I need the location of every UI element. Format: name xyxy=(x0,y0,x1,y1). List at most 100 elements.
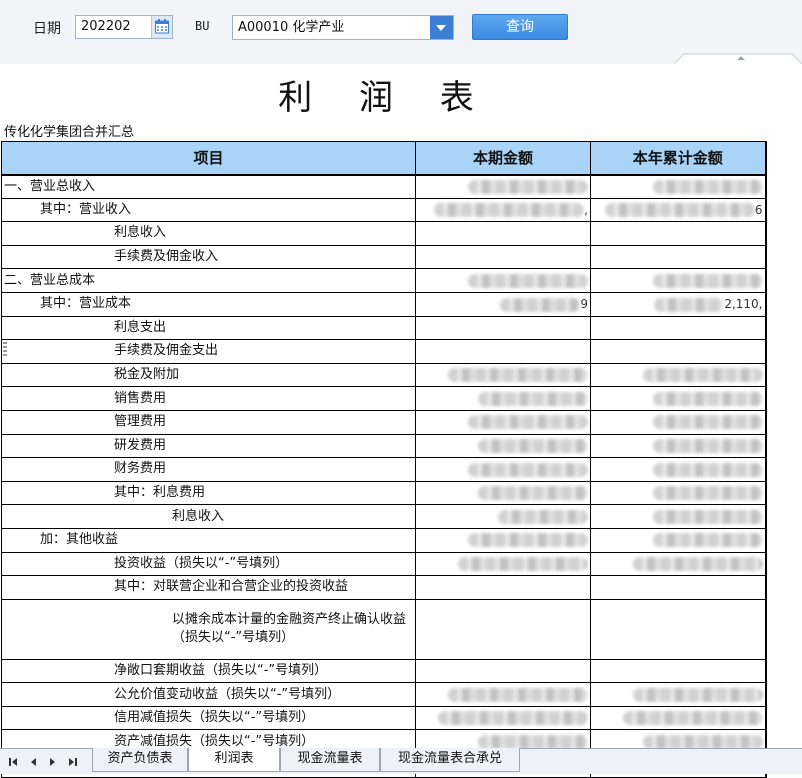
bu-select[interactable]: A00010 化学产业 xyxy=(232,15,454,40)
current-amount-cell[interactable] xyxy=(415,409,591,435)
ytd-amount-cell[interactable] xyxy=(590,527,767,553)
prev-sheet-icon[interactable] xyxy=(26,755,40,769)
table-row: 加：其他收益 xyxy=(1,527,767,553)
tab-balance-sheet[interactable]: 资产负债表 xyxy=(92,748,188,772)
table-row: 其中：利息费用 xyxy=(1,480,767,506)
ytd-amount-cell[interactable] xyxy=(590,682,767,707)
row-item-label: 手续费及佣金收入 xyxy=(1,244,416,270)
current-amount-cell[interactable] xyxy=(415,362,591,388)
table-row: 税金及附加 xyxy=(1,362,767,388)
current-amount-cell[interactable] xyxy=(415,339,591,364)
redacted-value xyxy=(438,711,588,726)
ytd-amount-cell[interactable] xyxy=(590,244,767,270)
ytd-amount-cell[interactable] xyxy=(590,575,767,600)
redacted-value xyxy=(652,533,763,548)
redacted-value xyxy=(458,557,588,572)
bu-label: BU xyxy=(195,19,210,33)
redacted-value xyxy=(500,297,581,312)
redacted-value xyxy=(642,368,763,383)
redacted-value xyxy=(448,368,588,383)
redacted-value xyxy=(478,735,588,750)
redacted-value xyxy=(652,273,763,288)
redacted-value xyxy=(448,687,588,702)
ytd-amount-cell[interactable] xyxy=(590,362,767,388)
row-item-label: 净敞口套期收益（损失以“-”号填列） xyxy=(1,658,416,684)
column-header-current: 本期金额 xyxy=(415,141,591,176)
current-amount-cell[interactable] xyxy=(415,598,591,660)
current-amount-cell[interactable] xyxy=(415,575,591,600)
ytd-amount-cell[interactable] xyxy=(590,598,767,660)
current-amount-cell[interactable] xyxy=(415,221,591,246)
table-header-row: 项目 本期金额 本年累计金额 xyxy=(1,141,767,176)
redacted-value xyxy=(652,391,763,406)
current-amount-cell[interactable] xyxy=(415,658,591,684)
table-row: 其中：对联营企业和合营企业的投资收益 xyxy=(1,575,767,600)
current-amount-cell[interactable] xyxy=(415,244,591,270)
ytd-amount-cell[interactable]: 2,110, xyxy=(590,291,767,317)
current-amount-cell[interactable] xyxy=(415,315,591,341)
ytd-amount-cell[interactable] xyxy=(590,551,767,577)
chevron-down-icon[interactable] xyxy=(430,16,453,39)
current-amount-cell[interactable] xyxy=(415,682,591,707)
calendar-icon[interactable] xyxy=(151,16,172,38)
current-amount-cell[interactable]: 9 xyxy=(415,291,591,317)
collapse-toolbar-tab[interactable] xyxy=(674,52,802,64)
current-amount-cell[interactable] xyxy=(415,527,591,553)
row-item-label: 公允价值变动收益（损失以“-”号填列） xyxy=(1,682,416,707)
current-amount-cell[interactable] xyxy=(415,504,591,529)
ytd-amount-cell[interactable] xyxy=(590,480,767,506)
ytd-amount-cell[interactable] xyxy=(590,174,767,199)
current-amount-cell[interactable] xyxy=(415,386,591,411)
row-item-label: 利息收入 xyxy=(1,504,416,529)
ytd-amount-cell[interactable]: 6 xyxy=(590,197,767,223)
redacted-value xyxy=(654,297,725,312)
current-amount-cell[interactable] xyxy=(415,705,591,731)
current-amount-cell[interactable] xyxy=(415,433,591,459)
ytd-amount-cell[interactable] xyxy=(590,315,767,341)
ytd-amount-cell[interactable] xyxy=(590,386,767,411)
redacted-value xyxy=(468,533,588,548)
table-row: 公允价值变动收益（损失以“-”号填列） xyxy=(1,682,767,707)
tab-cash-flow[interactable]: 现金流量表 xyxy=(280,748,380,772)
ytd-amount-cell[interactable] xyxy=(590,268,767,293)
drag-handle-icon[interactable] xyxy=(3,342,7,358)
redacted-value xyxy=(468,462,588,477)
row-item-label: 其中：营业收入 xyxy=(1,197,416,223)
current-amount-cell[interactable] xyxy=(415,457,591,482)
row-item-label: 财务费用 xyxy=(1,457,416,482)
ytd-amount-cell[interactable] xyxy=(590,433,767,459)
first-sheet-icon[interactable] xyxy=(6,755,20,769)
amount-text: 2,110, xyxy=(724,297,763,312)
current-amount-cell[interactable] xyxy=(415,174,591,199)
sheet-tab-bar: 资产负债表 利润表 现金流量表 现金流量表合承兑 xyxy=(0,748,802,774)
ytd-amount-cell[interactable] xyxy=(590,658,767,684)
row-item-label: 税金及附加 xyxy=(1,362,416,388)
ytd-amount-cell[interactable] xyxy=(590,221,767,246)
table-row: 财务费用 xyxy=(1,457,767,482)
current-amount-cell[interactable] xyxy=(415,480,591,506)
redacted-value xyxy=(478,391,588,406)
ytd-amount-cell[interactable] xyxy=(590,409,767,435)
filter-toolbar: 日期 202202 BU A00010 化学产业 查询 xyxy=(0,0,802,64)
redacted-value xyxy=(468,179,588,194)
current-amount-cell[interactable] xyxy=(415,551,591,577)
table-row: 利息收入 xyxy=(1,504,767,529)
ytd-amount-cell[interactable] xyxy=(590,457,767,482)
row-item-label: 其中：营业成本 xyxy=(1,291,416,317)
date-label: 日期 xyxy=(33,21,61,37)
next-sheet-icon[interactable] xyxy=(46,755,60,769)
row-item-label: 利息支出 xyxy=(1,315,416,341)
tab-cash-flow-acceptance[interactable]: 现金流量表合承兑 xyxy=(380,748,520,772)
table-row: 以摊余成本计量的金融资产终止确认收益（损失以“-”号填列） xyxy=(1,598,767,660)
current-amount-cell[interactable]: , xyxy=(415,197,591,223)
ytd-amount-cell[interactable] xyxy=(590,705,767,731)
query-button[interactable]: 查询 xyxy=(472,14,568,40)
ytd-amount-cell[interactable] xyxy=(590,504,767,529)
row-item-label: 利息收入 xyxy=(1,221,416,246)
last-sheet-icon[interactable] xyxy=(66,755,80,769)
redacted-value xyxy=(652,415,763,430)
ytd-amount-cell[interactable] xyxy=(590,339,767,364)
tab-income-statement[interactable]: 利润表 xyxy=(188,748,280,772)
current-amount-cell[interactable] xyxy=(415,268,591,293)
row-item-label: 二、营业总成本 xyxy=(1,268,416,293)
